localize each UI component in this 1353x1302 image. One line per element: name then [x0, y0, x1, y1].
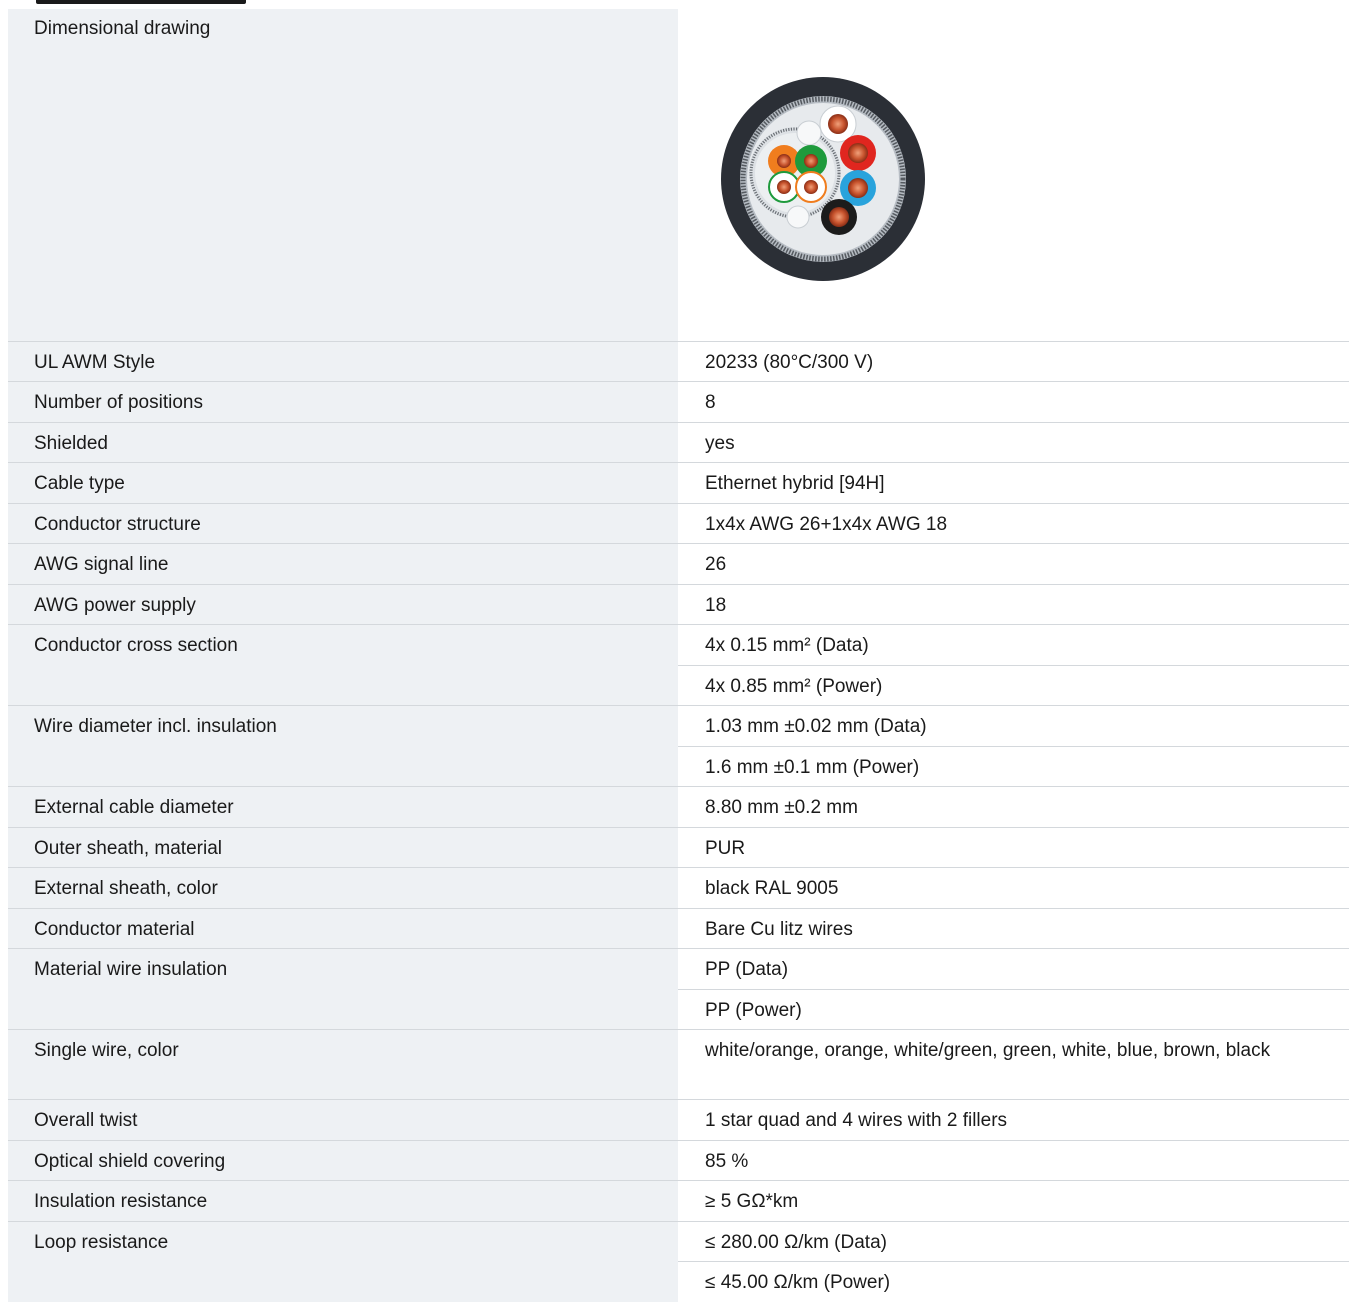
cable-cross-section-image	[713, 69, 933, 289]
spec-row: Insulation resistance ≥ 5 GΩ*km	[8, 1181, 1349, 1222]
spec-value: Ethernet hybrid [94H]	[678, 463, 1349, 504]
filler	[797, 121, 821, 145]
spec-label: Cable type	[8, 463, 678, 504]
spec-row: UL AWM Style 20233 (80°C/300 V)	[8, 341, 1349, 382]
spec-row: Optical shield covering 85 %	[8, 1140, 1349, 1181]
quad-core	[755, 133, 835, 213]
spec-row: AWG signal line 26	[8, 544, 1349, 585]
spec-row: Conductor cross section 4x 0.15 mm² (Dat…	[8, 625, 1349, 666]
spec-row: External cable diameter 8.80 mm ±0.2 mm	[8, 787, 1349, 828]
spec-label: Shielded	[8, 422, 678, 463]
specifications-table: Dimensional drawing	[8, 9, 1349, 1302]
spec-value: ≤ 280.00 Ω/km (Data)	[678, 1221, 1349, 1262]
spec-value: 85 %	[678, 1140, 1349, 1181]
spec-label: Wire diameter incl. insulation	[8, 706, 678, 787]
filler	[787, 206, 809, 228]
dimensional-drawing-cell	[678, 9, 1349, 341]
spec-value: 4x 0.85 mm² (Power)	[678, 665, 1349, 706]
spec-row: AWG power supply 18	[8, 584, 1349, 625]
spec-row: Single wire, color white/orange, orange,…	[8, 1030, 1349, 1100]
spec-row: Material wire insulation PP (Data)	[8, 949, 1349, 990]
spec-row: External sheath, color black RAL 9005	[8, 868, 1349, 909]
spec-value: PP (Power)	[678, 989, 1349, 1030]
spec-value: ≤ 45.00 Ω/km (Power)	[678, 1262, 1349, 1302]
cable-cross-section-drawing	[713, 69, 933, 289]
spec-row: Conductor structure 1x4x AWG 26+1x4x AWG…	[8, 503, 1349, 544]
spec-label: Insulation resistance	[8, 1181, 678, 1222]
spec-row-dimensional-drawing: Dimensional drawing	[8, 9, 1349, 341]
spec-value: 20233 (80°C/300 V)	[678, 341, 1349, 382]
spec-row: Overall twist 1 star quad and 4 wires wi…	[8, 1100, 1349, 1141]
spec-value: black RAL 9005	[678, 868, 1349, 909]
spec-label: Overall twist	[8, 1100, 678, 1141]
spec-value: PUR	[678, 827, 1349, 868]
spec-value: 8	[678, 382, 1349, 423]
spec-label: UL AWM Style	[8, 341, 678, 382]
spec-value: 18	[678, 584, 1349, 625]
spec-label: AWG signal line	[8, 544, 678, 585]
spec-value: 4x 0.15 mm² (Data)	[678, 625, 1349, 666]
spec-label: External cable diameter	[8, 787, 678, 828]
spec-value: 1.6 mm ±0.1 mm (Power)	[678, 746, 1349, 787]
spec-label: Conductor structure	[8, 503, 678, 544]
spec-row: Cable type Ethernet hybrid [94H]	[8, 463, 1349, 504]
spec-row: Loop resistance ≤ 280.00 Ω/km (Data)	[8, 1221, 1349, 1262]
spec-row: Wire diameter incl. insulation 1.03 mm ±…	[8, 706, 1349, 747]
spec-label: Single wire, color	[8, 1030, 678, 1100]
spec-label: Number of positions	[8, 382, 678, 423]
spec-value: 1x4x AWG 26+1x4x AWG 18	[678, 503, 1349, 544]
spec-value: yes	[678, 422, 1349, 463]
spec-row: Outer sheath, material PUR	[8, 827, 1349, 868]
spec-row: Shielded yes	[8, 422, 1349, 463]
spec-label: External sheath, color	[8, 868, 678, 909]
section-title-clipped	[36, 0, 246, 4]
spec-label: Material wire insulation	[8, 949, 678, 1030]
spec-value: PP (Data)	[678, 949, 1349, 990]
spec-value: 26	[678, 544, 1349, 585]
spec-label: Optical shield covering	[8, 1140, 678, 1181]
spec-value: Bare Cu litz wires	[678, 908, 1349, 949]
spec-label: Outer sheath, material	[8, 827, 678, 868]
spec-value: 1 star quad and 4 wires with 2 fillers	[678, 1100, 1349, 1141]
spec-value: ≥ 5 GΩ*km	[678, 1181, 1349, 1222]
spec-row: Conductor material Bare Cu litz wires	[8, 908, 1349, 949]
spec-value: white/orange, orange, white/green, green…	[678, 1030, 1349, 1100]
spec-label: Loop resistance	[8, 1221, 678, 1302]
spec-value: 8.80 mm ±0.2 mm	[678, 787, 1349, 828]
spec-row: Number of positions 8	[8, 382, 1349, 423]
spec-label: Conductor material	[8, 908, 678, 949]
spec-label: Dimensional drawing	[8, 9, 678, 341]
spec-label: Conductor cross section	[8, 625, 678, 706]
spec-label: AWG power supply	[8, 584, 678, 625]
spec-value: 1.03 mm ±0.02 mm (Data)	[678, 706, 1349, 747]
